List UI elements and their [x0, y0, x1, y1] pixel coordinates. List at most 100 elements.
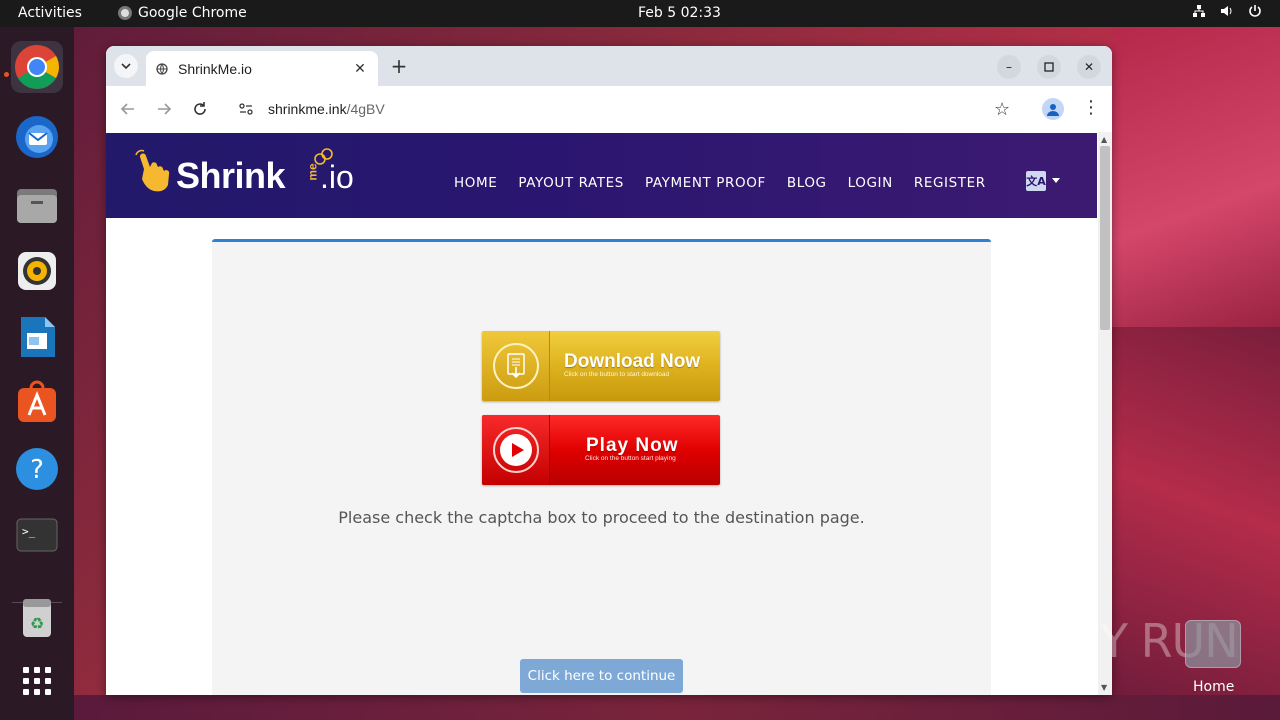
minimize-button[interactable]: –: [997, 55, 1021, 79]
tab-shrinkme[interactable]: ShrinkMe.io ✕: [146, 51, 378, 86]
main-nav: HOME PAYOUT RATES PAYMENT PROOF BLOG LOG…: [454, 175, 986, 191]
chevron-down-icon: [121, 63, 131, 70]
nav-payout-rates[interactable]: PAYOUT RATES: [518, 175, 624, 191]
clock[interactable]: Feb 5 02:33: [638, 5, 721, 21]
volume-icon: [1221, 6, 1232, 16]
scroll-up-icon[interactable]: ▲: [1101, 135, 1107, 144]
maximize-button[interactable]: [1037, 55, 1061, 79]
dock-trash[interactable]: ♻: [11, 591, 63, 643]
dock-chrome[interactable]: [11, 41, 63, 93]
reload-icon: [194, 102, 206, 115]
download-subtitle: Click on the button to start download: [564, 371, 670, 378]
forward-button[interactable]: [152, 97, 176, 121]
trash-icon: ♻: [23, 599, 51, 637]
captcha-message: Please check the captcha box to proceed …: [338, 508, 865, 527]
nav-home[interactable]: HOME: [454, 175, 497, 191]
writer-icon: [21, 317, 55, 357]
scroll-down-icon[interactable]: ▼: [1101, 683, 1107, 692]
more-menu-icon[interactable]: ⋮: [1082, 97, 1100, 119]
wallpaper-facet: [1112, 27, 1280, 327]
tab-strip: ShrinkMe.io ✕ + – ✕: [106, 46, 1112, 86]
dock-writer[interactable]: [11, 311, 63, 363]
svg-text:>_: >_: [22, 525, 36, 538]
activities-button[interactable]: Activities: [18, 5, 82, 21]
maximize-icon: [1044, 62, 1054, 72]
nav-payment-proof[interactable]: PAYMENT PROOF: [645, 175, 766, 191]
chrome-icon: [118, 6, 132, 20]
system-tray[interactable]: [1192, 4, 1262, 18]
dock-rhythmbox[interactable]: [11, 245, 63, 297]
profile-button[interactable]: [1042, 98, 1064, 120]
dock-terminal[interactable]: >_: [11, 509, 63, 561]
continue-button[interactable]: Click here to continue: [520, 659, 683, 693]
svg-text:♻: ♻: [30, 614, 44, 633]
close-window-button[interactable]: ✕: [1077, 55, 1101, 79]
play-now-button[interactable]: Play Now Click on the button start playi…: [482, 415, 720, 485]
site-info-icon[interactable]: [238, 101, 254, 117]
svg-text:?: ?: [30, 455, 44, 485]
dock: ? >_ ♻: [0, 27, 74, 720]
caret-down-icon: [1052, 178, 1060, 183]
hand-pointer-icon: [135, 149, 170, 192]
play-icon: [492, 427, 539, 473]
tab-search-button[interactable]: [114, 54, 138, 78]
dock-app-center[interactable]: [11, 377, 63, 429]
person-icon: [1047, 104, 1059, 116]
browser-toolbar: shrinkme.ink/4gBV ☆ ⋮: [106, 86, 1112, 132]
running-indicator: [4, 72, 9, 77]
download-now-button[interactable]: Download Now Click on the button to star…: [482, 331, 720, 401]
wallpaper-facet: [74, 695, 1280, 720]
home-folder-icon[interactable]: [1185, 620, 1241, 668]
nav-login[interactable]: LOGIN: [848, 175, 893, 191]
back-button[interactable]: [116, 97, 140, 121]
play-subtitle: Click on the button start playing: [585, 455, 676, 462]
tab-title: ShrinkMe.io: [178, 60, 252, 77]
new-tab-button[interactable]: +: [388, 55, 410, 77]
play-icon-area: [482, 415, 550, 485]
translate-icon: 文A: [1026, 171, 1046, 191]
dock-show-apps[interactable]: [11, 655, 63, 707]
reload-button[interactable]: [188, 97, 212, 121]
files-icon: [17, 189, 57, 223]
arrow-right-icon: [158, 103, 172, 115]
app-center-icon: [18, 380, 56, 422]
link-rings-icon: [314, 148, 333, 165]
home-folder-label: Home: [1193, 679, 1235, 695]
download-icon-area: [482, 331, 550, 401]
help-icon: ?: [16, 448, 58, 490]
nav-blog[interactable]: BLOG: [787, 175, 827, 191]
browser-window: ShrinkMe.io ✕ + – ✕ shrinkme.ink/4gBV ☆ …: [106, 46, 1112, 695]
play-title: Play Now: [586, 435, 679, 456]
top-bar: Activities Google Chrome Feb 5 02:33: [0, 0, 1280, 27]
thunderbird-icon: [16, 116, 58, 158]
shrinkme-logo[interactable]: Shrink me .io: [134, 148, 364, 199]
nav-register[interactable]: REGISTER: [914, 175, 986, 191]
page-scrollbar[interactable]: ▲ ▼: [1098, 132, 1112, 695]
dock-thunderbird[interactable]: [11, 111, 63, 163]
url-path: /4gBV: [346, 101, 385, 117]
scroll-thumb[interactable]: [1100, 146, 1110, 330]
language-selector[interactable]: 文A: [1026, 171, 1060, 191]
power-icon: [1249, 5, 1261, 17]
network-icon: [1193, 5, 1205, 17]
download-title: Download Now: [564, 351, 701, 372]
close-tab-icon[interactable]: ✕: [352, 61, 368, 77]
chrome-icon: [15, 45, 59, 89]
address-bar[interactable]: shrinkme.ink/4gBV: [224, 93, 1038, 125]
content-card: Download Now Click on the button to star…: [212, 239, 991, 695]
download-file-icon: [492, 343, 539, 389]
app-grid-icon: [23, 667, 51, 695]
logo-shrink: Shrink: [176, 155, 286, 196]
site-header: Shrink me .io HOME PAYOUT RATES PAYMENT …: [106, 133, 1097, 218]
dock-help[interactable]: ?: [11, 443, 63, 495]
app-menu[interactable]: Google Chrome: [118, 5, 247, 21]
globe-icon: [156, 62, 168, 75]
rhythmbox-icon: [18, 252, 56, 290]
url-host: shrinkme.ink: [268, 101, 347, 117]
dock-files[interactable]: [11, 179, 63, 231]
arrow-left-icon: [120, 103, 134, 115]
page-viewport: Shrink me .io HOME PAYOUT RATES PAYMENT …: [106, 132, 1098, 695]
app-name: Google Chrome: [138, 5, 247, 21]
terminal-icon: >_: [16, 518, 58, 552]
bookmark-star-icon[interactable]: ☆: [994, 99, 1010, 120]
